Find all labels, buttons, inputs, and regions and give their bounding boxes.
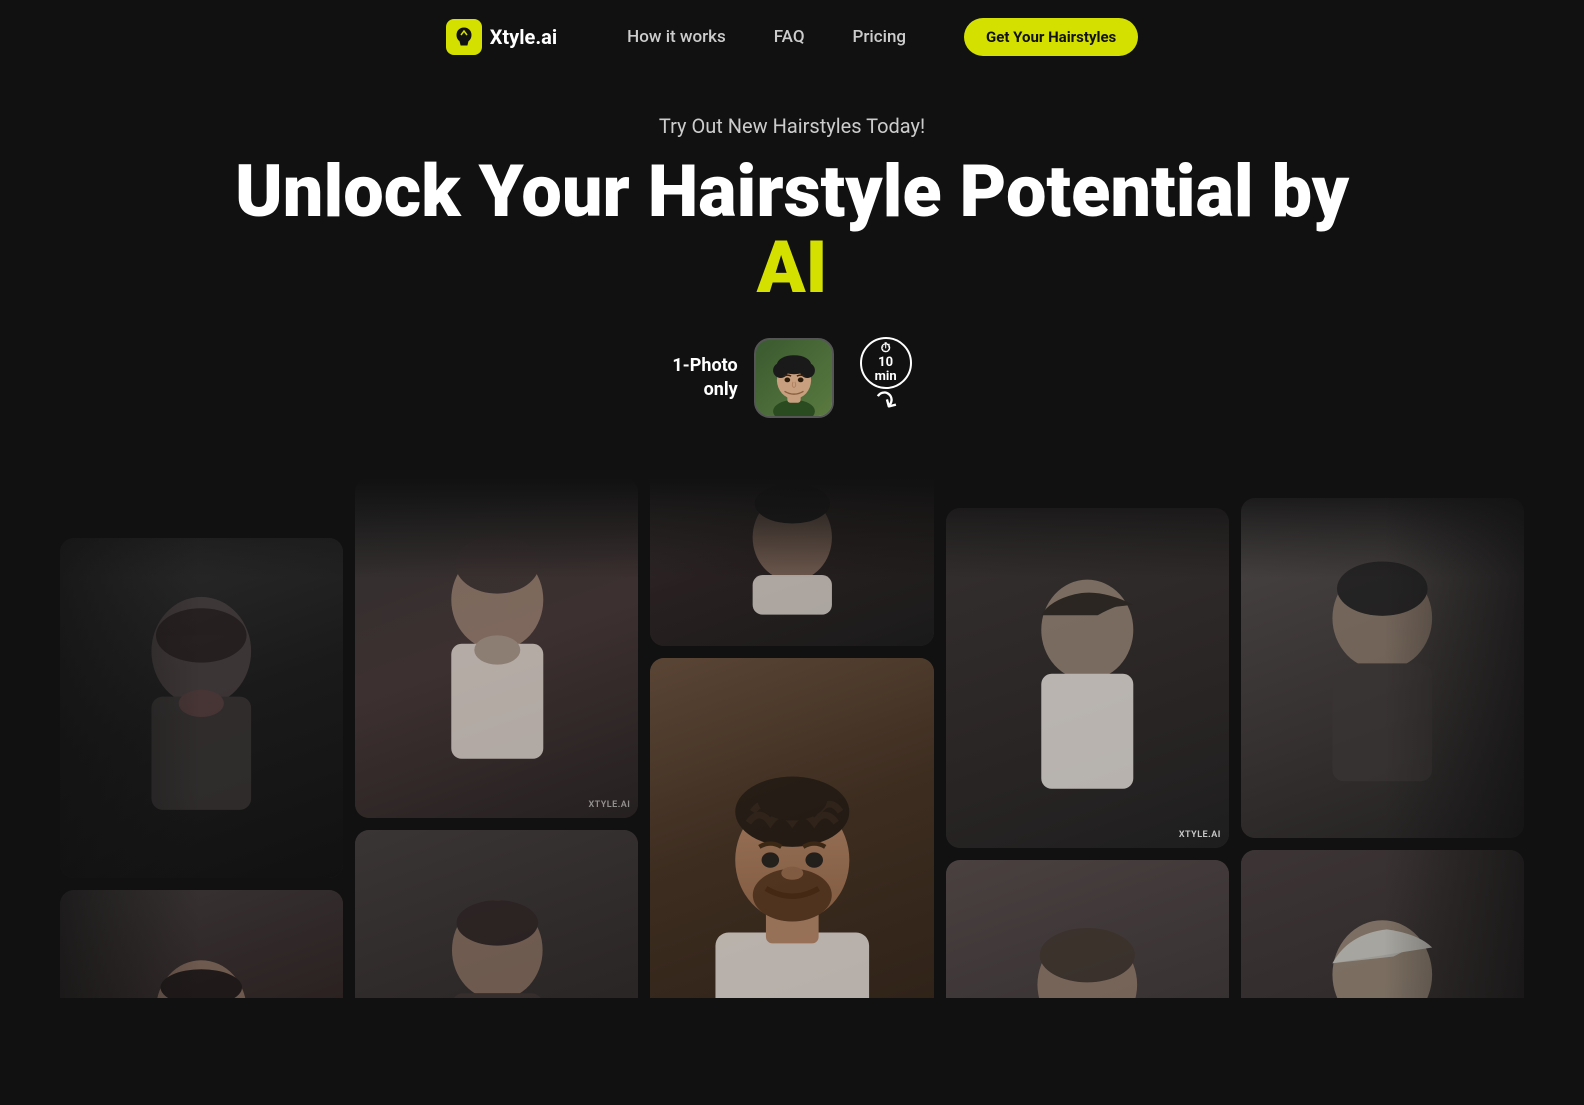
grid-photo-8: [946, 860, 1229, 998]
grid-photo-5: [650, 478, 933, 646]
hero-title: Unlock Your Hairstyle Potential by AI: [60, 154, 1524, 305]
face-illustration: [756, 340, 832, 416]
clock-icon: ⏱: [881, 342, 891, 356]
person-silhouette: [88, 572, 315, 844]
person-silhouette-main: [679, 702, 906, 998]
logo-text: Xtyle.ai: [490, 25, 557, 49]
photo-grid-container: XTYLE.AI: [0, 478, 1584, 998]
person-silhouette: [88, 924, 315, 998]
grid-photo-11: [1241, 850, 1524, 998]
person-silhouette: [1269, 884, 1496, 998]
person-silhouette: [384, 512, 611, 784]
grid-photo-center-main: XTYLE.AI: [650, 658, 933, 998]
grid-photo-1: [60, 538, 343, 878]
person-silhouette: [1269, 532, 1496, 804]
grid-column-1: [60, 538, 343, 998]
grid-column-4: XTYLE.AI XTYLE.AI: [946, 508, 1229, 998]
navbar: Xtyle.ai How it works FAQ Pricing Get Yo…: [0, 0, 1584, 74]
grid-photo-3: XTYLE.AI: [355, 478, 638, 818]
hero-subtitle: Try Out New Hairstyles Today!: [60, 114, 1524, 138]
time-circle: ⏱ 10 min: [860, 337, 912, 389]
person-silhouette: [974, 542, 1201, 814]
hero-section: Try Out New Hairstyles Today! Unlock You…: [0, 74, 1584, 438]
sample-photo-thumbnail: [754, 338, 834, 418]
nav-how-it-works[interactable]: How it works: [627, 27, 726, 47]
watermark-4: XTYLE.AI: [1179, 830, 1221, 840]
nav-get-hairstyles[interactable]: Get Your Hairstyles: [964, 18, 1138, 56]
person-silhouette: [384, 864, 611, 998]
time-badge: ⏱ 10 min ↷: [860, 337, 912, 418]
grid-photo-2: [60, 890, 343, 998]
nav-pricing[interactable]: Pricing: [853, 27, 907, 47]
grid-photo-10: [1241, 498, 1524, 838]
curved-arrow-icon: ↷: [867, 382, 904, 422]
hero-title-ai: AI: [757, 225, 828, 310]
hairstyle-grid: XTYLE.AI: [0, 478, 1584, 998]
grid-column-2: XTYLE.AI: [355, 478, 638, 998]
person-silhouette: [974, 894, 1201, 998]
photo-label: 1-Photo only: [672, 354, 737, 401]
grid-column-5: [1241, 498, 1524, 998]
photo-demo-section: 1-Photo only: [60, 337, 1524, 418]
person-silhouette: [679, 478, 906, 626]
nav-links: How it works FAQ Pricing Get Your Hairst…: [627, 18, 1138, 56]
grid-column-3: XTYLE.AI: [650, 478, 933, 998]
hero-title-line1: Unlock Your Hairstyle Potential by: [235, 149, 1349, 234]
nav-faq[interactable]: FAQ: [774, 27, 805, 47]
logo-icon: [446, 19, 482, 55]
grid-photo-4: [355, 830, 638, 998]
logo[interactable]: Xtyle.ai: [446, 19, 557, 55]
watermark: XTYLE.AI: [588, 800, 630, 810]
grid-photo-7: XTYLE.AI XTYLE.AI: [946, 508, 1229, 848]
